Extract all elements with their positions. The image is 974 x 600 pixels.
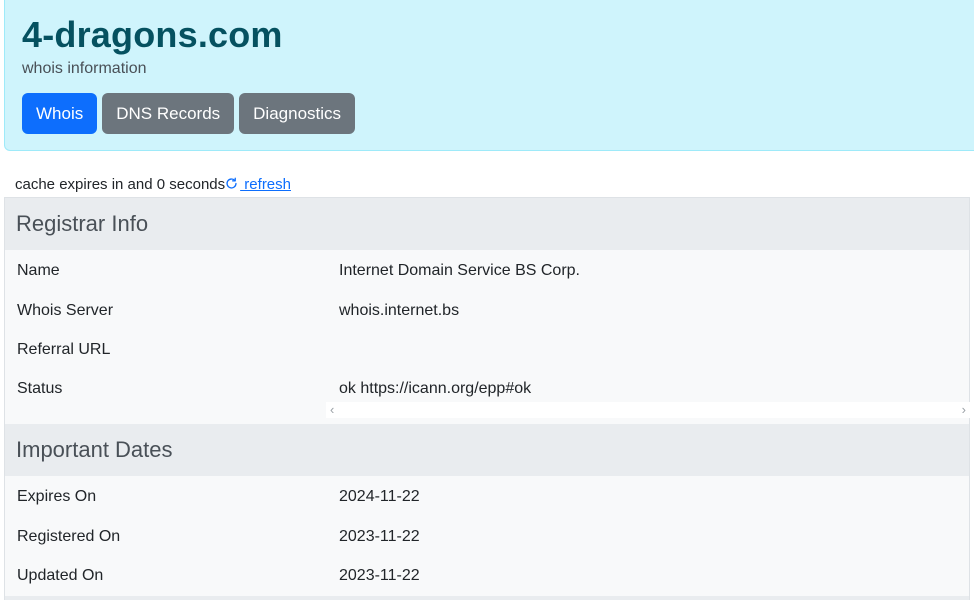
registrar-info-heading: Registrar Info <box>5 198 969 250</box>
card-footer-divider <box>5 596 969 600</box>
scroll-right-icon[interactable]: › <box>962 402 966 418</box>
scroll-left-icon[interactable]: ‹ <box>330 402 334 418</box>
registrar-info-card: Registrar Info Name Internet Domain Serv… <box>4 197 970 424</box>
important-dates-heading: Important Dates <box>5 424 969 476</box>
refresh-label: refresh <box>240 176 291 193</box>
tab-dns-records[interactable]: DNS Records <box>102 93 235 134</box>
row-value-name: Internet Domain Service BS Corp. <box>339 262 580 279</box>
important-dates-card: Important Dates Expires On 2024-11-22 Re… <box>4 424 970 600</box>
row-label-name: Name <box>17 262 60 279</box>
row-value-status: ok https://icann.org/epp#ok <box>339 380 532 397</box>
row-label-status: Status <box>17 380 63 397</box>
row-label-expires-on: Expires On <box>17 488 97 505</box>
row-label-referral-url: Referral URL <box>17 341 111 358</box>
domain-header: 4-dragons.com whois information Whois DN… <box>4 0 974 151</box>
cache-status: cache expires in and 0 seconds refresh <box>15 176 291 194</box>
row-value-whois-server: whois.internet.bs <box>339 302 460 319</box>
row-label-whois-server: Whois Server <box>17 302 114 319</box>
horizontal-scrollbar[interactable]: ‹ › <box>326 402 970 418</box>
row-value-updated-on: 2023-11-22 <box>339 567 420 584</box>
tab-diagnostics[interactable]: Diagnostics <box>239 93 356 134</box>
page-title: 4-dragons.com <box>22 14 283 55</box>
refresh-icon <box>226 177 237 189</box>
tab-whois[interactable]: Whois <box>22 93 98 134</box>
row-value-registered-on: 2023-11-22 <box>339 528 420 545</box>
cache-expiry-text: cache expires in and 0 seconds <box>15 176 226 193</box>
tab-bar: Whois DNS Records Diagnostics <box>22 93 356 134</box>
refresh-link[interactable]: refresh <box>225 176 291 193</box>
row-value-expires-on: 2024-11-22 <box>339 488 420 505</box>
row-label-registered-on: Registered On <box>17 528 121 545</box>
row-label-updated-on: Updated On <box>17 567 104 584</box>
page-subtitle: whois information <box>22 60 147 77</box>
